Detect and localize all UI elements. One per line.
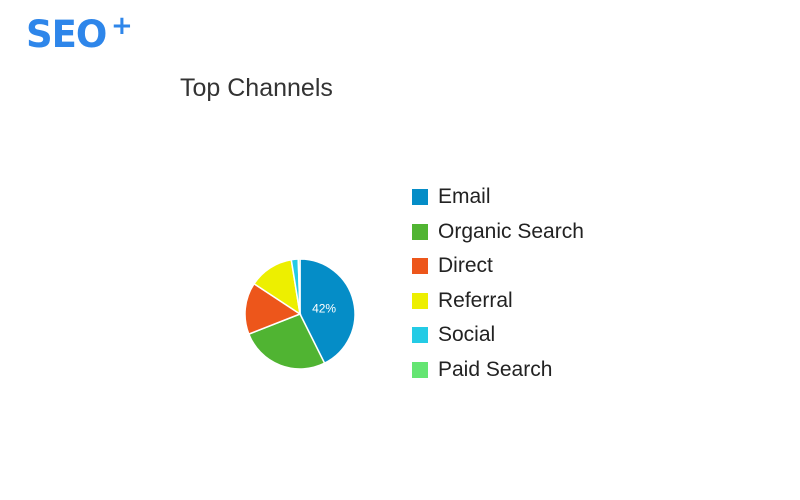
chart-title: Top Channels — [180, 74, 333, 102]
legend-swatch — [412, 223, 428, 240]
legend-label: Organic Search — [438, 219, 584, 243]
chart-legend: Email Organic Search Direct Referral Social P… — [412, 180, 584, 387]
data-label-email: 42% — [312, 301, 336, 315]
legend-swatch — [412, 292, 428, 309]
legend-swatch — [412, 189, 428, 206]
legend-item-email: Email — [412, 180, 584, 215]
legend-label: Referral — [438, 288, 513, 312]
logo-plus-sign: + — [111, 11, 133, 41]
legend-swatch — [412, 258, 428, 275]
pie-labels: 42% — [312, 301, 336, 315]
legend-item-paid-search: Paid Search — [412, 353, 584, 388]
legend-item-referral: Referral — [412, 284, 584, 319]
pie-slices — [244, 258, 356, 370]
seo-plus-logo: SEO — [26, 13, 107, 56]
legend-label: Email — [438, 185, 491, 209]
legend-label: Social — [438, 323, 496, 347]
legend-item-social: Social — [412, 318, 584, 353]
page: SEO + Top Channels 42% Email Organic Sear… — [0, 0, 800, 500]
legend-swatch — [412, 327, 428, 344]
legend-swatch — [412, 361, 428, 378]
pie-chart: 42% — [244, 258, 356, 370]
logo-text: SEO — [26, 13, 107, 56]
legend-item-organic-search: Organic Search — [412, 215, 584, 250]
legend-label: Paid Search — [438, 357, 553, 381]
legend-item-direct: Direct — [412, 249, 584, 284]
legend-label: Direct — [438, 254, 493, 278]
